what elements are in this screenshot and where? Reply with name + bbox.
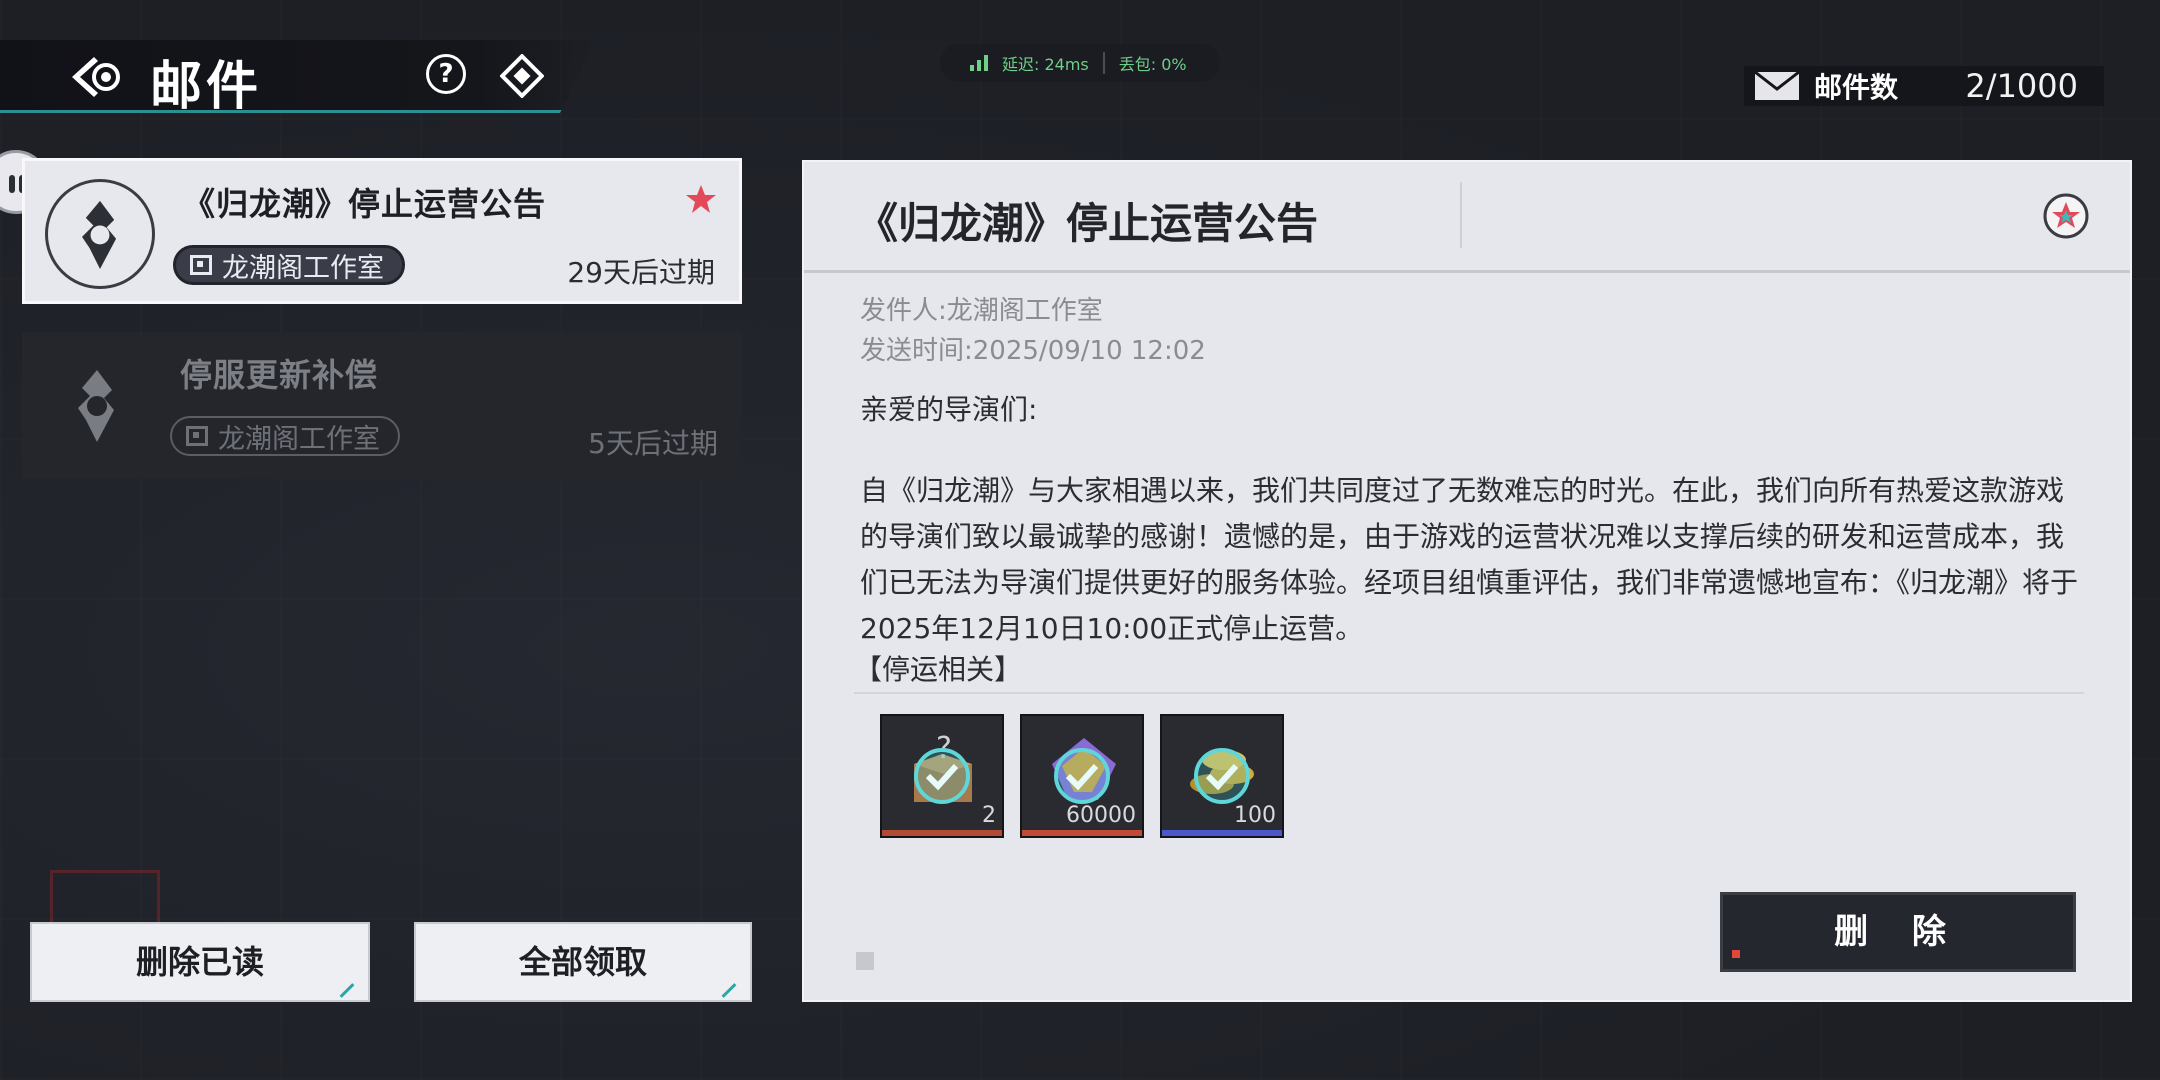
back-eye-icon[interactable] (68, 52, 124, 102)
attachment-qty: 60000 (1066, 803, 1136, 828)
mail-detail-panel: 《归龙潮》停止运营公告 发件人:龙潮阁工作室 发送时间:2025/09/10 1… (802, 160, 2132, 1002)
claim-all-button[interactable]: 全部领取 (414, 922, 752, 1002)
mail-count-value: 2/1000 (1965, 67, 2078, 105)
signal-icon (970, 55, 992, 71)
divider (1102, 52, 1105, 74)
delete-button[interactable]: 删 除 (1720, 892, 2076, 972)
dragon-emblem-icon (78, 370, 114, 442)
studio-icon (186, 426, 208, 446)
latency-text: 延迟: 24ms (1002, 55, 1089, 74)
sent-time: 发送时间:2025/09/10 12:02 (860, 336, 1206, 366)
studio-icon (190, 255, 212, 275)
section-heading: 【停运相关】 (854, 653, 1023, 686)
mail-title: 《归龙潮》停止运营公告 (183, 185, 547, 223)
claimed-check-icon (1054, 748, 1110, 804)
mail-sender-tag: 龙潮阁工作室 (173, 245, 405, 285)
help-icon[interactable]: ? (426, 54, 466, 94)
mail-expire: 5天后过期 (588, 427, 718, 460)
mail-count-label: 邮件数 (1814, 71, 1899, 104)
detail-title: 《归龙潮》停止运营公告 (856, 199, 1319, 248)
attachment-item[interactable]: ? 2 (880, 714, 1004, 838)
mail-count: 邮件数 2/1000 (1744, 66, 2104, 106)
mail-title: 停服更新补偿 (180, 356, 379, 394)
mail-expire: 29天后过期 (567, 256, 715, 289)
rarity-bar (1162, 830, 1282, 836)
claimed-check-icon (914, 748, 970, 804)
mail-item-selected[interactable]: 《归龙潮》停止运营公告 龙潮阁工作室 29天后过期 (22, 158, 742, 304)
attachment-list: ? 2 60000 (880, 714, 1284, 838)
delete-read-button[interactable]: 删除已读 (30, 922, 370, 1002)
star-icon (686, 185, 716, 213)
attachment-qty: 2 (982, 803, 996, 828)
diamond-icon[interactable] (500, 54, 544, 98)
claimed-check-icon (1194, 748, 1250, 804)
rarity-bar (882, 830, 1002, 836)
attachment-qty: 100 (1234, 803, 1276, 828)
page-title: 邮件 (150, 57, 263, 117)
mail-item[interactable]: 停服更新补偿 龙潮阁工作室 5天后过期 (22, 332, 742, 478)
divider (1460, 182, 1462, 248)
mail-sender: 龙潮阁工作室 (218, 423, 380, 455)
attachment-item[interactable]: 100 (1160, 714, 1284, 838)
favorite-star-icon[interactable] (2042, 192, 2090, 240)
mail-body: 自《归龙潮》与大家相遇以来，我们共同度过了无数难忘的时光。在此，我们向所有热爱这… (860, 474, 2079, 645)
dragon-emblem-icon (45, 179, 155, 289)
detail-header: 《归龙潮》停止运营公告 (804, 162, 2130, 273)
divider (854, 692, 2084, 694)
rarity-bar (1022, 830, 1142, 836)
envelope-icon (1754, 71, 1800, 100)
mail-sender-tag: 龙潮阁工作室 (170, 416, 400, 456)
sender-line: 发件人:龙潮阁工作室 (860, 296, 1103, 326)
packet-loss-text: 丢包: 0% (1118, 55, 1187, 74)
greeting: 亲爱的导演们: (860, 393, 1038, 426)
mail-sender: 龙潮阁工作室 (222, 252, 384, 284)
attachment-item[interactable]: 60000 (1020, 714, 1144, 838)
network-status: 延迟: 24ms 丢包: 0% (940, 44, 1220, 82)
watermark (856, 952, 874, 970)
